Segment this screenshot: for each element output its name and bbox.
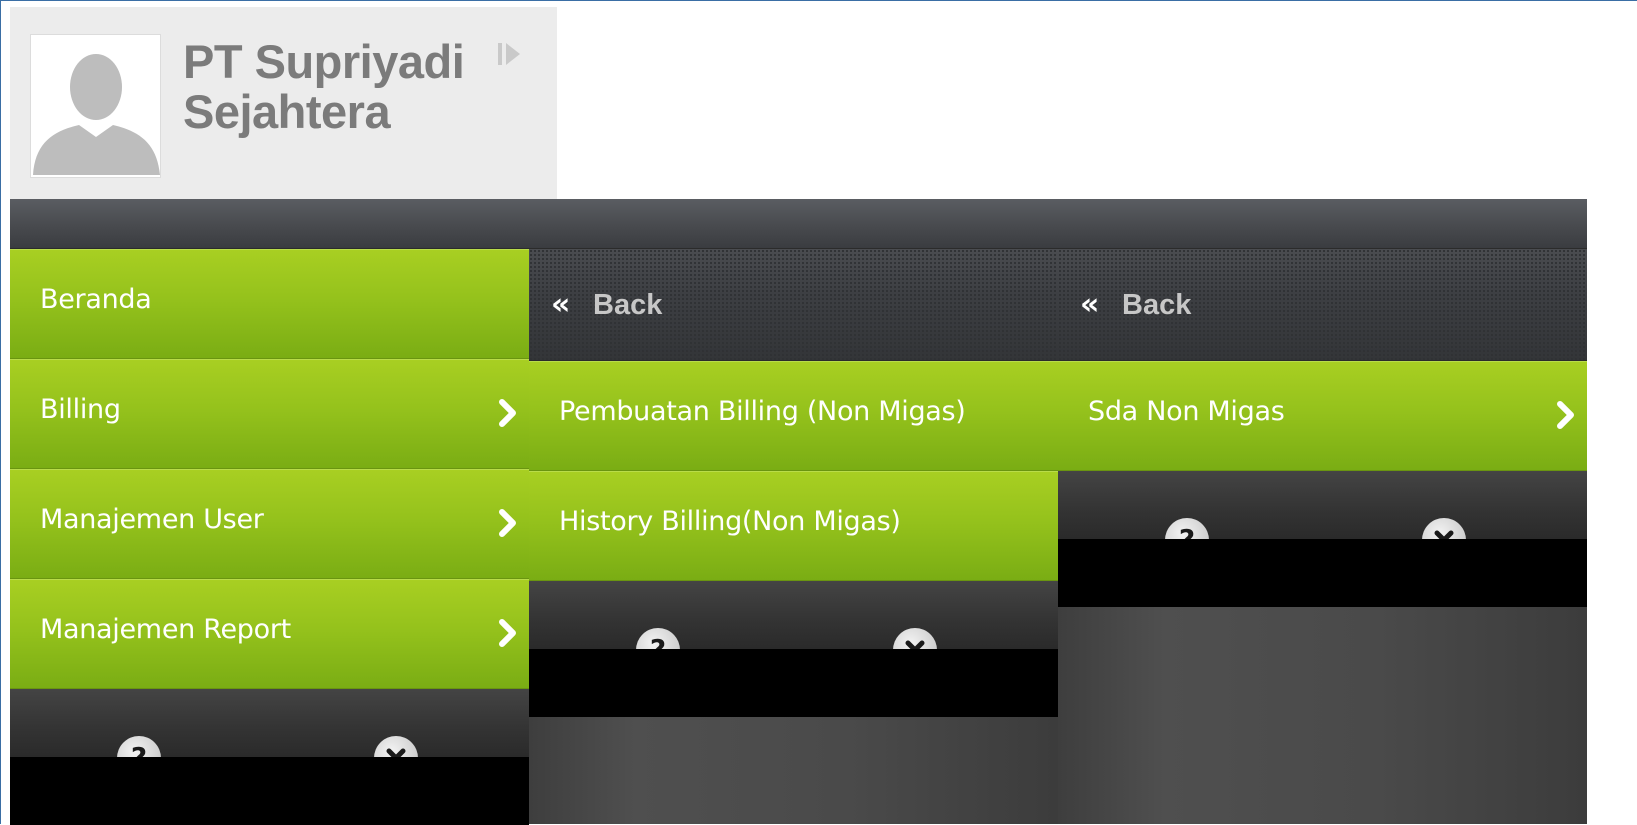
menu-panel-non-migas: « Back Sda Non Migas ? [1058,199,1587,824]
menu-item-manajemen-user[interactable]: Manajemen User [10,469,529,579]
chevron-right-icon [497,618,519,648]
profile-header: PT Supriyadi Sejahtera [10,7,557,201]
menu-item-label: History Billing(Non Migas) [559,506,901,537]
menu-item-beranda[interactable]: Beranda [10,249,529,359]
panel-footer-bar [1058,539,1587,607]
panel-header [10,199,529,249]
chevron-right-icon [1555,400,1577,430]
menu-item-label: Sda Non Migas [1088,396,1285,427]
chevron-right-icon [497,398,519,428]
panel-footer-bar [529,649,1058,717]
menu-item-label: Manajemen Report [40,614,291,645]
panel-footer: ? [10,689,529,780]
panel-header [529,199,1058,249]
menu-item-billing[interactable]: Billing [10,359,529,469]
menu-item-label: Billing [40,394,121,425]
panel-footer-bar [10,757,529,825]
menu-item-history-billing[interactable]: History Billing(Non Migas) [529,471,1058,581]
menu-item-sda-non-migas[interactable]: Sda Non Migas [1058,361,1587,471]
company-name-line1: PT Supriyadi [183,35,465,88]
menu-item-manajemen-report[interactable]: Manajemen Report [10,579,529,689]
menu-item-pembuatan-billing[interactable]: Pembuatan Billing (Non Migas) [529,361,1058,471]
back-button[interactable]: « Back [529,249,1058,361]
menu-panel-main: Beranda Billing Manajemen User Manajemen… [10,199,529,825]
menu-item-label: Manajemen User [40,504,264,535]
back-label: Back [593,289,663,321]
back-button[interactable]: « Back [1058,249,1587,361]
panel-header [1058,199,1587,249]
collapse-icon[interactable] [496,40,526,70]
company-name: PT Supriyadi Sejahtera [183,35,465,138]
menu-item-label: Pembuatan Billing (Non Migas) [559,396,966,427]
double-chevron-left-icon: « [1080,287,1100,322]
menu-panel-billing: « Back Pembuatan Billing (Non Migas) His… [529,199,1058,824]
company-name-line2: Sejahtera [183,85,391,138]
double-chevron-left-icon: « [551,287,571,322]
chevron-right-icon [497,508,519,538]
panel-footer: ? [1058,471,1587,562]
panel-footer: ? [529,581,1058,672]
menu-item-label: Beranda [40,284,152,315]
back-label: Back [1122,289,1192,321]
avatar-icon [30,34,161,178]
